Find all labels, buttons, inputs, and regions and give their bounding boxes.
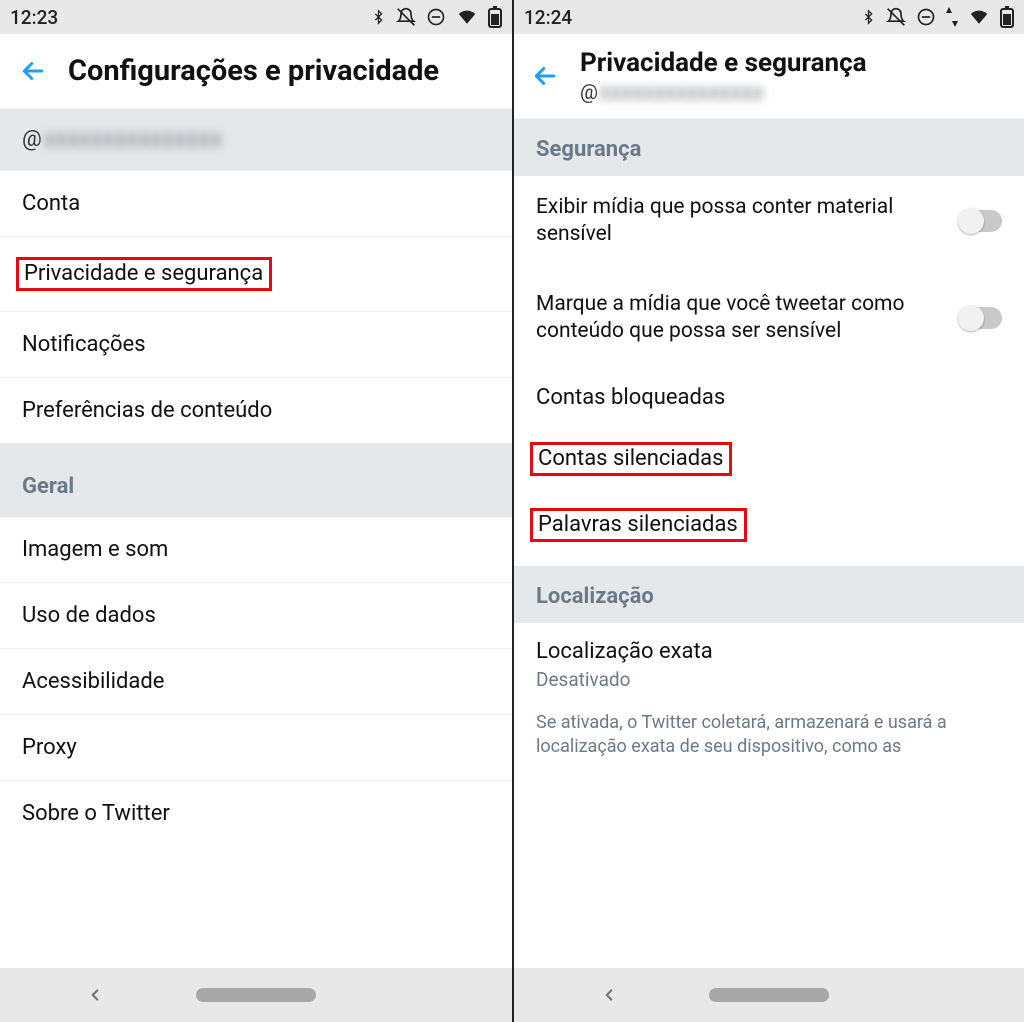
bell-off-icon	[396, 6, 416, 28]
battery-icon	[1000, 6, 1014, 28]
page-title: Configurações e privacidade	[68, 54, 439, 88]
nav-home-pill[interactable]	[709, 988, 829, 1002]
username-blurred: xxxxxxxxxxxxxxx	[600, 80, 764, 104]
switch-off-icon[interactable]	[958, 307, 1002, 329]
wifi-icon	[456, 8, 478, 26]
settings-item-data-usage[interactable]: Uso de dados	[0, 583, 512, 649]
settings-item-image-sound[interactable]: Imagem e som	[0, 517, 512, 583]
status-time: 12:24	[524, 6, 572, 29]
status-icons	[861, 6, 1014, 28]
battery-icon	[488, 6, 502, 28]
settings-item-about[interactable]: Sobre o Twitter	[0, 781, 512, 846]
section-header-security: Segurança	[514, 119, 1024, 176]
bluetooth-icon	[371, 6, 386, 28]
username-blurred: xxxxxxxxxxxxxxx	[44, 127, 223, 152]
settings-item-account[interactable]: Conta	[0, 171, 512, 237]
section-header-location: Localização	[514, 566, 1024, 623]
status-bar: 12:23	[0, 0, 512, 34]
item-muted-accounts[interactable]: Contas silenciadas	[514, 426, 1024, 492]
dnd-icon	[426, 7, 446, 27]
status-bar: 12:24	[514, 0, 1024, 34]
nav-back-button[interactable]	[86, 986, 104, 1004]
dnd-icon	[916, 7, 936, 27]
section-header-general: Geral	[0, 444, 512, 517]
system-nav-bar	[0, 968, 512, 1022]
nav-home-pill[interactable]	[196, 988, 316, 1002]
settings-item-proxy[interactable]: Proxy	[0, 715, 512, 781]
status-icons	[371, 6, 502, 28]
toggle-sensitive-media[interactable]: Exibir mídia que possa conter material s…	[514, 176, 1024, 273]
status-time: 12:23	[10, 6, 58, 29]
settings-list: @ xxxxxxxxxxxxxxx Conta Privacidade e se…	[0, 109, 512, 968]
switch-off-icon[interactable]	[958, 210, 1002, 232]
bell-off-icon	[886, 6, 906, 28]
highlight-muted-words: Palavras silenciadas	[530, 508, 747, 542]
settings-item-accessibility[interactable]: Acessibilidade	[0, 649, 512, 715]
system-nav-bar	[514, 968, 1024, 1022]
item-precise-location-value: Desativado	[514, 668, 1024, 705]
page-subtitle: @ xxxxxxxxxxxxxxx	[580, 80, 867, 104]
wifi-icon	[968, 8, 990, 26]
settings-item-privacy[interactable]: Privacidade e segurança	[0, 237, 512, 312]
privacy-list: Segurança Exibir mídia que possa conter …	[514, 119, 1024, 968]
account-username-row: @ xxxxxxxxxxxxxxx	[0, 109, 512, 171]
highlight-muted-accounts: Contas silenciadas	[530, 442, 732, 476]
highlight-privacy: Privacidade e segurança	[16, 257, 272, 291]
item-muted-words[interactable]: Palavras silenciadas	[514, 492, 1024, 558]
toggle-mark-sensitive[interactable]: Marque a mídia que você tweetar como con…	[514, 273, 1024, 370]
nav-back-button[interactable]	[600, 986, 618, 1004]
back-button[interactable]	[528, 59, 562, 93]
settings-item-notifications[interactable]: Notificações	[0, 312, 512, 378]
item-blocked-accounts[interactable]: Contas bloqueadas	[514, 369, 1024, 426]
item-precise-location[interactable]: Localização exata	[514, 623, 1024, 668]
bluetooth-icon	[861, 6, 876, 28]
screen-settings: 12:23 Configurações e privacidade	[0, 0, 512, 1022]
page-title: Privacidade e segurança	[580, 48, 867, 78]
settings-item-content-prefs[interactable]: Preferências de conteúdo	[0, 378, 512, 444]
app-bar: Privacidade e segurança @ xxxxxxxxxxxxxx…	[514, 34, 1024, 119]
data-updown-icon	[946, 7, 958, 27]
location-info-text: Se ativada, o Twitter coletará, armazena…	[514, 705, 1024, 760]
app-bar: Configurações e privacidade	[0, 34, 512, 109]
back-button[interactable]	[16, 54, 50, 88]
screen-privacy-security: 12:24 Privacidade	[512, 0, 1024, 1022]
